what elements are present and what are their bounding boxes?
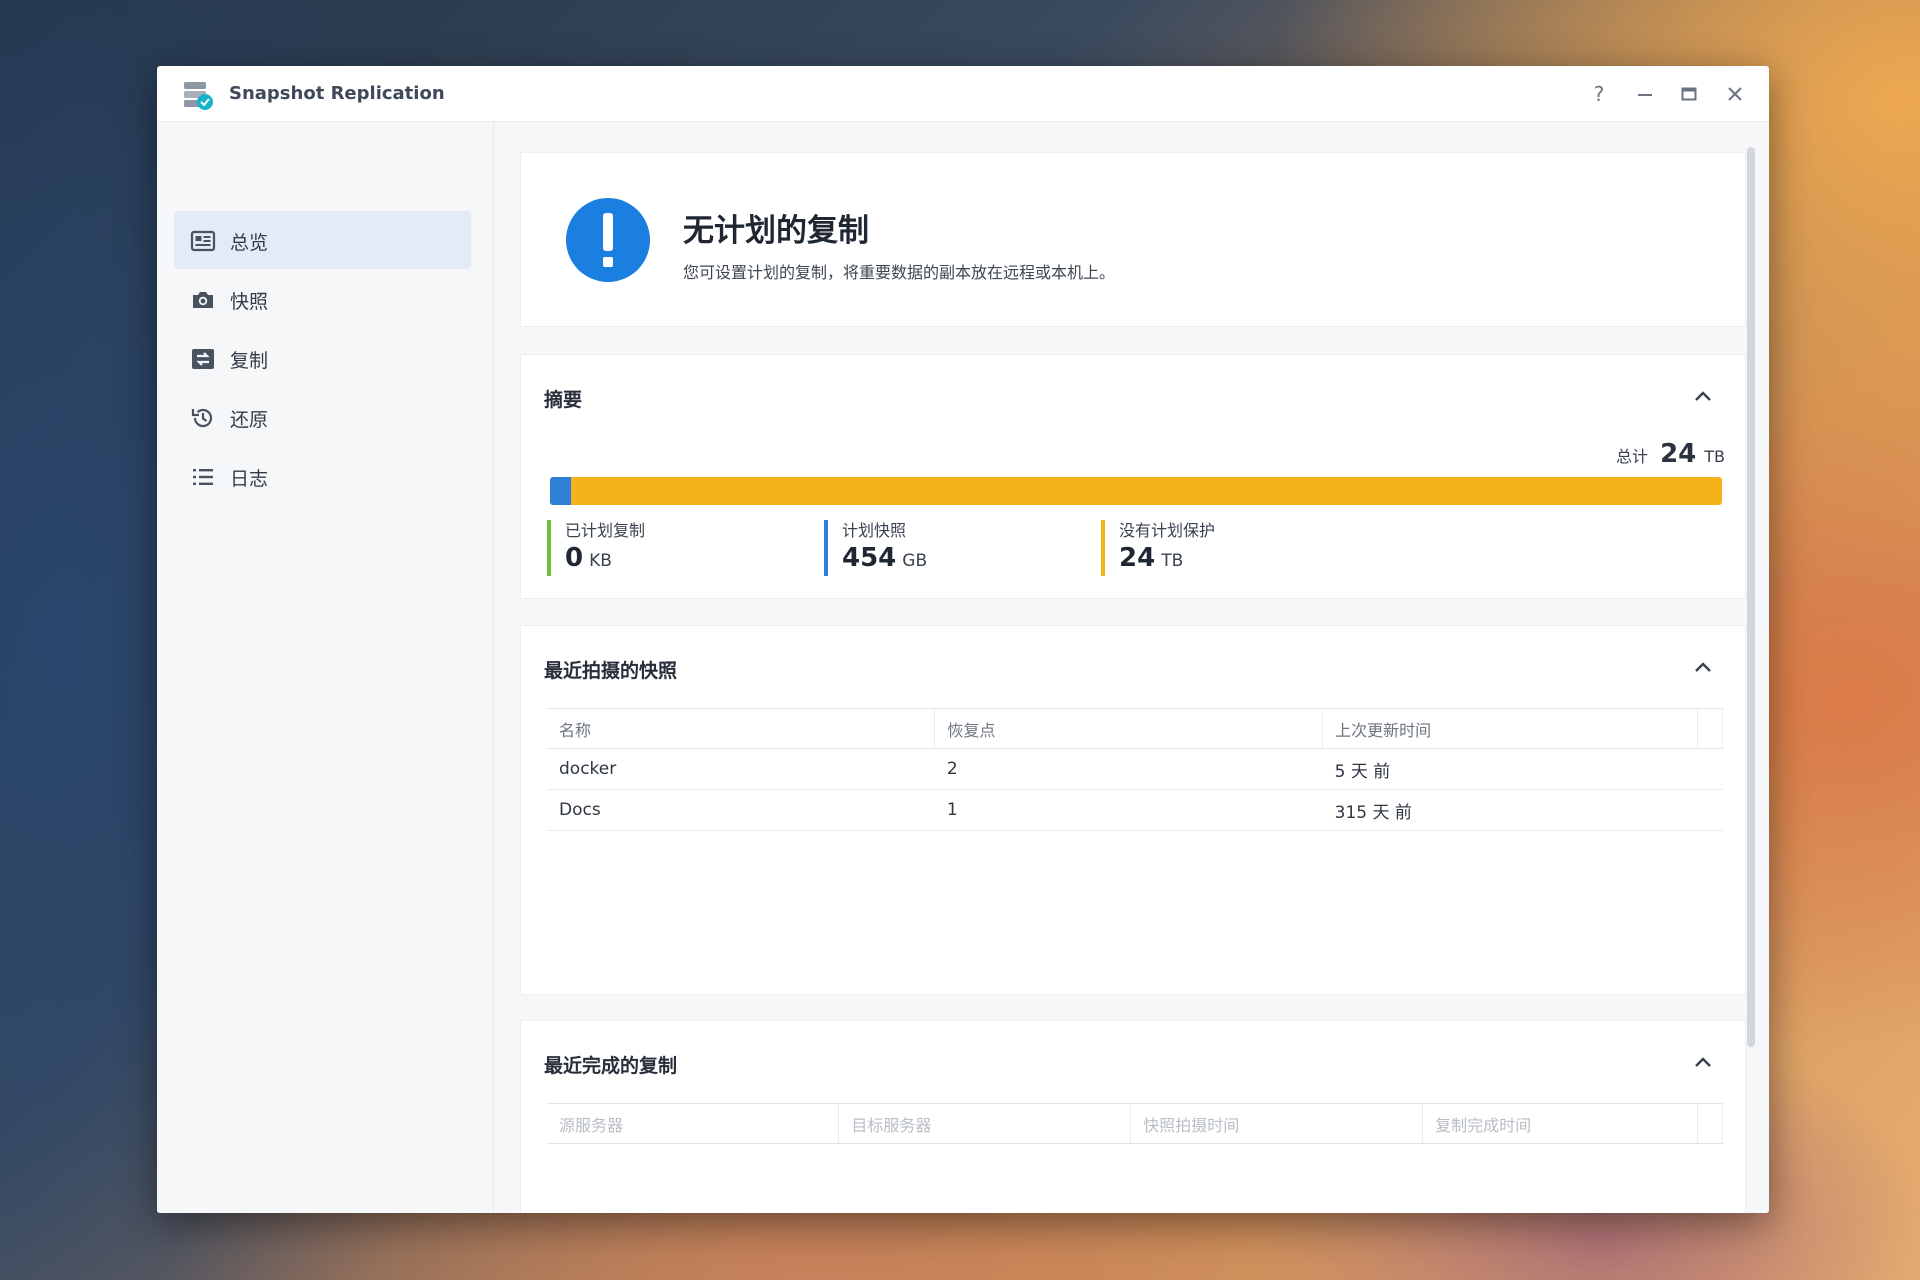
sidebar: 总览 快照 复制 还原 日志 (157, 122, 494, 1213)
column-header-target-server[interactable]: 目标服务器 (838, 1103, 1132, 1144)
cell-restore-points: 2 (934, 748, 1323, 790)
stat-scheduled-replication: 已计划复制 0 KB (547, 520, 645, 576)
main-content[interactable]: 无计划的复制 您可设置计划的复制，将重要数据的副本放在远程或本机上。 摘要 总计… (494, 122, 1769, 1213)
column-header-spacer (1697, 708, 1724, 749)
minimize-icon (1638, 94, 1652, 96)
sidebar-item-log[interactable]: 日志 (174, 447, 471, 505)
window-title: Snapshot Replication (229, 83, 445, 104)
cell-name: Docs (547, 789, 935, 831)
total-label: 总计 (1616, 447, 1649, 466)
cell-spacer (1697, 748, 1723, 790)
help-icon: ? (1593, 82, 1605, 106)
stat-label: 已计划复制 (565, 521, 646, 540)
table-row[interactable]: docker 2 5 天 前 (547, 748, 1723, 790)
stat-scheduled-snapshot: 计划快照 454 GB (824, 520, 927, 576)
alert-title: 无计划的复制 (683, 213, 869, 249)
usage-bar-snapshot-segment (550, 477, 572, 505)
log-list-icon (193, 469, 213, 485)
column-header-snapshot-time[interactable]: 快照拍摄时间 (1130, 1103, 1424, 1144)
status-alert-card: 无计划的复制 您可设置计划的复制，将重要数据的副本放在远程或本机上。 (520, 152, 1746, 327)
stat-number: 24 (1119, 543, 1156, 573)
stat-value: 454 GB (842, 542, 927, 577)
sidebar-item-label: 总览 (230, 232, 269, 254)
close-button[interactable] (1721, 80, 1749, 108)
cell-spacer (1697, 789, 1723, 831)
cell-last-updated: 5 天 前 (1322, 748, 1698, 790)
total-capacity: 总计 24 TB (1616, 439, 1725, 469)
collapse-summary-chevron-up-icon[interactable] (1691, 385, 1715, 409)
snapshot-replication-app-icon (184, 82, 213, 110)
summary-card: 摘要 总计 24 TB 已计划复制 0 KB 计划快照 454 GB 没有计划保护 (520, 354, 1746, 599)
recent-snapshots-title: 最近拍摄的快照 (544, 660, 678, 682)
total-unit: TB (1704, 447, 1725, 466)
snapshots-table: 名称 恢复点 上次更新时间 docker 2 5 天 前 Docs 1 315 … (547, 708, 1724, 831)
table-row[interactable]: Docs 1 315 天 前 (547, 789, 1723, 831)
recent-replications-title: 最近完成的复制 (544, 1055, 678, 1077)
sidebar-item-restore[interactable]: 还原 (174, 388, 471, 446)
title-bar: Snapshot Replication ? (157, 66, 1769, 122)
cell-name: docker (547, 748, 935, 790)
alert-description: 您可设置计划的复制，将重要数据的副本放在远程或本机上。 (683, 263, 1116, 282)
column-header-replication-time[interactable]: 复制完成时间 (1422, 1103, 1698, 1144)
cell-restore-points: 1 (934, 789, 1323, 831)
stat-unprotected: 没有计划保护 24 TB (1101, 520, 1215, 576)
stat-number: 454 (842, 543, 897, 573)
sidebar-item-snapshots[interactable]: 快照 (174, 270, 471, 328)
sidebar-item-label: 日志 (230, 468, 269, 490)
sidebar-item-label: 复制 (230, 350, 269, 372)
exclamation-icon (566, 198, 650, 282)
sidebar-item-label: 快照 (230, 291, 269, 313)
maximize-icon (1681, 87, 1697, 101)
cell-last-updated: 315 天 前 (1322, 789, 1698, 831)
column-header-restore-points[interactable]: 恢复点 (934, 708, 1324, 749)
maximize-button[interactable] (1675, 80, 1703, 108)
camera-icon (193, 292, 213, 308)
stat-unit: KB (589, 551, 612, 571)
stat-number: 0 (565, 543, 584, 573)
column-header-name[interactable]: 名称 (547, 708, 936, 749)
collapse-snapshots-chevron-up-icon[interactable] (1691, 656, 1715, 680)
column-header-spacer (1697, 1103, 1724, 1144)
stat-value: 0 KB (565, 542, 645, 577)
collapse-replications-chevron-up-icon[interactable] (1691, 1051, 1715, 1075)
total-value: 24 (1660, 439, 1697, 469)
help-button[interactable]: ? (1585, 80, 1613, 108)
summary-title: 摘要 (544, 389, 583, 411)
recent-snapshots-card: 最近拍摄的快照 名称 恢复点 上次更新时间 docker 2 5 天 前 Doc… (520, 625, 1746, 995)
replication-icon (192, 349, 214, 369)
restore-icon (191, 408, 213, 428)
stat-unit: GB (902, 551, 928, 571)
replications-table: 源服务器 目标服务器 快照拍摄时间 复制完成时间 (547, 1103, 1724, 1144)
vertical-scrollbar[interactable] (1747, 147, 1755, 1047)
column-header-last-updated[interactable]: 上次更新时间 (1322, 708, 1698, 749)
sidebar-item-overview[interactable]: 总览 (174, 211, 471, 269)
close-icon (1728, 87, 1742, 101)
column-header-source-server[interactable]: 源服务器 (547, 1103, 840, 1144)
stat-label: 没有计划保护 (1119, 521, 1216, 540)
app-window: Snapshot Replication ? 总览 快照 复制 还原 日志 无计… (157, 66, 1769, 1213)
sidebar-item-replication[interactable]: 复制 (174, 329, 471, 387)
stat-value: 24 TB (1119, 542, 1215, 577)
stat-label: 计划快照 (842, 521, 907, 540)
minimize-button[interactable] (1631, 80, 1659, 108)
overview-icon (190, 230, 216, 252)
recent-replications-card: 最近完成的复制 源服务器 目标服务器 快照拍摄时间 复制完成时间 (520, 1020, 1746, 1213)
stat-unit: TB (1161, 551, 1184, 571)
usage-bar (550, 477, 1722, 505)
sidebar-item-label: 还原 (230, 409, 269, 431)
